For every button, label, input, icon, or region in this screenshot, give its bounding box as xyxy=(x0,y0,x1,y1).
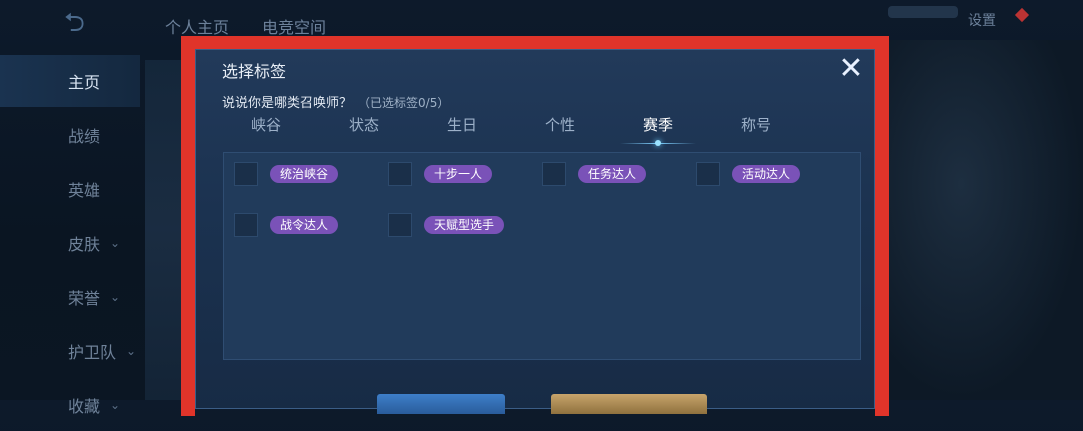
tab-esports-space[interactable]: 电竞空间 xyxy=(262,14,326,38)
top-pill xyxy=(888,6,958,18)
sidebar-item-record[interactable]: 战绩 xyxy=(0,109,140,161)
chevron-down-icon: ⌄ xyxy=(110,236,121,250)
sidebar-item-label: 英雄 xyxy=(68,181,101,200)
back-icon[interactable]: ⮌ xyxy=(64,10,114,36)
sidebar-item-label: 皮肤 xyxy=(68,235,101,254)
top-bar: ⮌ 个人主页 电竞空间 设置 xyxy=(0,0,1083,40)
chevron-down-icon: ⌄ xyxy=(126,344,137,358)
chevron-down-icon: ⌄ xyxy=(110,398,121,412)
sidebar-item-label: 战绩 xyxy=(68,127,101,146)
sidebar-item-label: 护卫队 xyxy=(68,343,117,362)
background-art-right xyxy=(880,40,1083,400)
sidebar-item-collection[interactable]: 收藏 ⌄ xyxy=(0,379,140,431)
settings-button[interactable]: 设置 xyxy=(968,10,996,30)
sidebar-item-heroes[interactable]: 英雄 xyxy=(0,163,140,215)
sidebar-item-label: 荣誉 xyxy=(68,289,101,308)
sidebar-item-skins[interactable]: 皮肤 ⌄ xyxy=(0,217,140,269)
chevron-down-icon: ⌄ xyxy=(110,290,121,304)
sidebar-item-guard[interactable]: 护卫队 ⌄ xyxy=(0,325,140,377)
sidebar-item-label: 主页 xyxy=(68,73,101,92)
settings-marker-icon xyxy=(1014,7,1030,23)
highlight-frame xyxy=(181,36,889,416)
tab-personal-home[interactable]: 个人主页 xyxy=(165,14,229,38)
sidebar-item-honor[interactable]: 荣誉 ⌄ xyxy=(0,271,140,323)
sidebar-item-label: 收藏 xyxy=(68,397,101,416)
sidebar-item-home[interactable]: 主页 xyxy=(0,55,140,107)
